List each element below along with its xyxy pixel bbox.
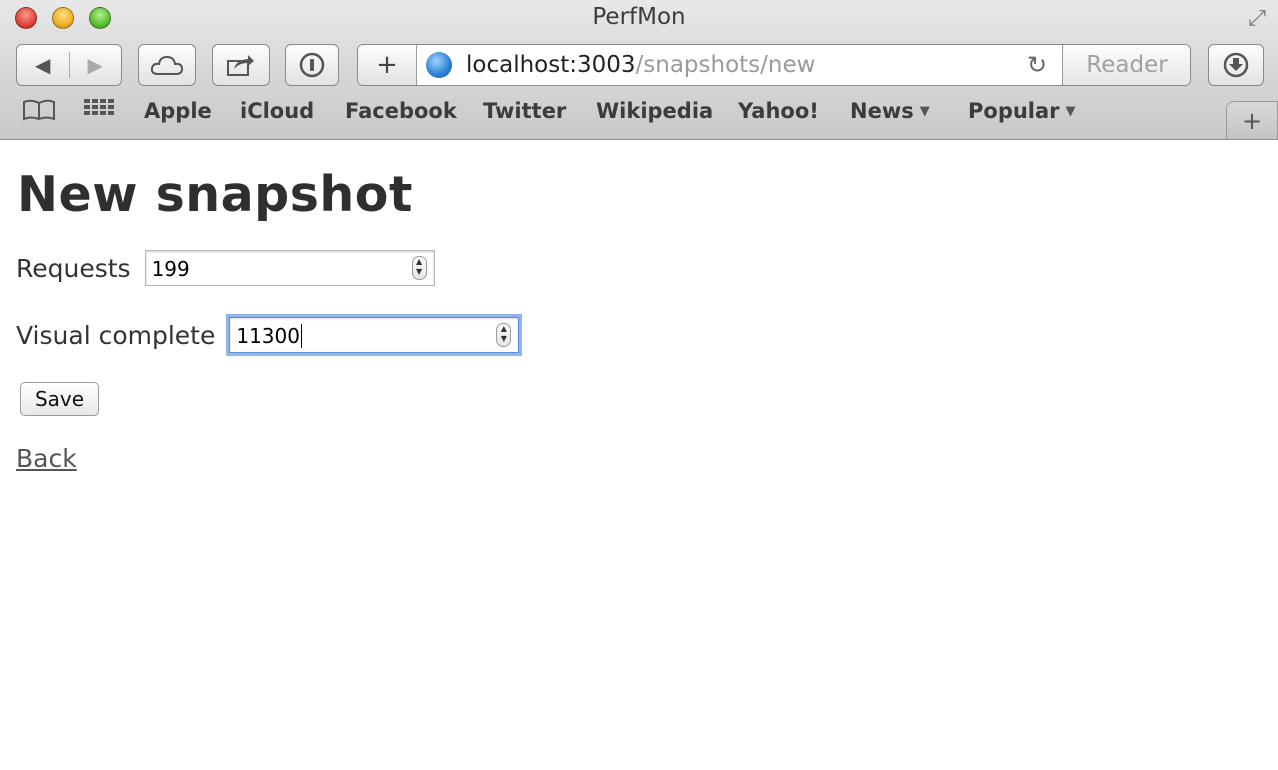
cloud-icon xyxy=(150,55,184,75)
bookmark-twitter[interactable]: Twitter xyxy=(483,99,566,123)
icloud-tabs-button[interactable] xyxy=(138,44,196,86)
visual-complete-input[interactable]: 11300 ▲ ▼ xyxy=(229,317,520,353)
visual-complete-value-wrap: 11300 xyxy=(236,324,302,348)
bookmark-folder-news[interactable]: News ▼ xyxy=(850,99,930,123)
bookmark-facebook[interactable]: Facebook xyxy=(345,99,457,123)
visual-complete-field: Visual complete 11300 ▲ ▼ xyxy=(16,317,520,353)
bookmark-apple[interactable]: Apple xyxy=(144,99,212,123)
top-sites-grid-icon[interactable] xyxy=(83,98,115,126)
requests-stepper[interactable]: ▲ ▼ xyxy=(411,256,427,280)
forward-button[interactable]: ▶ xyxy=(70,45,122,85)
bookmark-wikipedia[interactable]: Wikipedia xyxy=(596,99,713,123)
downloads-button[interactable] xyxy=(1208,44,1264,86)
reader-button[interactable]: Reader xyxy=(1062,45,1190,85)
globe-icon xyxy=(426,52,452,78)
address-bar[interactable]: + localhost:3003/snapshots/new ↻ Reader xyxy=(357,44,1191,86)
chevron-down-icon: ▼ xyxy=(1065,104,1076,119)
new-tab-button[interactable]: + xyxy=(1226,101,1278,139)
back-button[interactable]: ◀ xyxy=(17,45,69,85)
back-arrow-icon: ◀ xyxy=(35,53,51,77)
bookmarks-bar: Apple iCloud Facebook Twitter Wikipedia … xyxy=(0,98,1220,130)
requests-input[interactable]: 199 ▲ ▼ xyxy=(144,250,435,286)
share-button[interactable] xyxy=(212,44,270,86)
onepassword-icon xyxy=(299,52,325,78)
fullscreen-icon[interactable]: ⤢ xyxy=(1244,6,1270,32)
save-button[interactable]: Save xyxy=(20,382,99,416)
forward-arrow-icon: ▶ xyxy=(87,53,103,77)
bookmark-popular-label: Popular xyxy=(968,99,1060,123)
page-title: New snapshot xyxy=(17,166,413,223)
text-cursor xyxy=(300,324,302,348)
chevron-down-icon: ▼ xyxy=(919,104,930,119)
plus-icon: + xyxy=(1241,106,1263,135)
bookmark-news-label: News xyxy=(850,99,914,123)
add-bookmark-button[interactable]: + xyxy=(358,45,417,85)
onepassword-button[interactable] xyxy=(285,44,339,86)
visual-complete-value: 11300 xyxy=(236,324,300,348)
url-host: localhost:3003 xyxy=(466,52,636,78)
requests-label: Requests xyxy=(16,253,131,283)
window-title: PerfMon xyxy=(592,4,686,30)
url-text[interactable]: localhost:3003/snapshots/new xyxy=(466,52,815,78)
bookmark-yahoo[interactable]: Yahoo! xyxy=(738,99,819,123)
back-forward-group: ◀ ▶ xyxy=(16,44,122,86)
bookmark-folder-popular[interactable]: Popular ▼ xyxy=(968,99,1076,123)
back-link[interactable]: Back xyxy=(16,444,77,473)
visual-complete-stepper[interactable]: ▲ ▼ xyxy=(496,323,512,347)
visual-complete-label: Visual complete xyxy=(16,320,216,350)
reload-icon[interactable]: ↻ xyxy=(1022,50,1052,80)
bookmark-icloud[interactable]: iCloud xyxy=(240,99,314,123)
share-icon xyxy=(227,55,254,76)
download-icon xyxy=(1223,52,1249,78)
browser-chrome: PerfMon ⤢ ◀ ▶ + localhost:3003/snapshots… xyxy=(0,0,1278,140)
plus-icon: + xyxy=(376,50,398,80)
requests-field: Requests 199 ▲ ▼ xyxy=(16,250,435,286)
reading-list-icon[interactable] xyxy=(22,98,56,128)
url-path: /snapshots/new xyxy=(635,52,816,78)
requests-value: 199 xyxy=(151,257,190,281)
